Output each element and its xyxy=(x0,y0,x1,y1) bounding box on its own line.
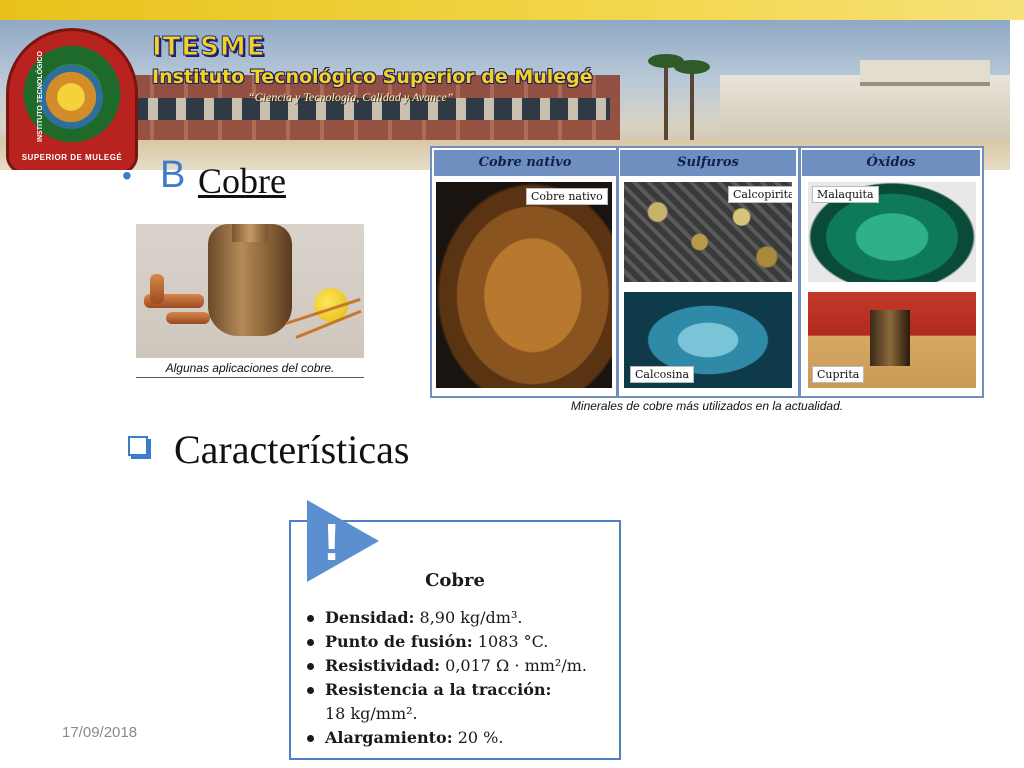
alert-glyph: ! xyxy=(323,514,340,572)
copper-vase-neck xyxy=(232,224,268,242)
properties-list: Densidad: 8,90 kg/dm³. Punto de fusión: … xyxy=(303,606,613,750)
title-bullet-icon: • xyxy=(122,160,132,191)
cuprite-image: Cuprita xyxy=(808,292,976,388)
property-label: Alargamiento: xyxy=(325,728,453,747)
property-label: Punto de fusión: xyxy=(325,632,473,651)
header-top-band xyxy=(0,0,1024,20)
institution-name: Instituto Tecnológico Superior de Mulegé xyxy=(152,66,593,88)
column-divider xyxy=(616,148,619,396)
copper-applications-photo xyxy=(136,224,364,358)
palm-tree-icon xyxy=(674,60,710,140)
property-label: Resistividad: xyxy=(325,656,441,675)
property-value: 18 kg/mm². xyxy=(325,704,418,723)
institution-acronym: ITESME xyxy=(152,32,266,63)
property-value: 1083 °C. xyxy=(477,632,549,651)
property-tensile-strength: Resistencia a la tracción: 18 kg/mm². xyxy=(303,678,613,726)
property-resistivity: Resistividad: 0,017 Ω · mm²/m. xyxy=(303,654,613,678)
checkbox-bullet-icon xyxy=(128,436,148,456)
applications-caption: Algunas aplicaciones del cobre. xyxy=(165,361,335,375)
palm-tree-icon xyxy=(648,54,684,140)
column-header-oxides: Óxidos xyxy=(802,150,980,176)
chalcopyrite-image: Calcopirita xyxy=(624,182,792,282)
malachite-image: Malaquita xyxy=(808,182,976,282)
cuprite-label: Cuprita xyxy=(812,366,865,383)
chalcocite-label: Calcosina xyxy=(630,366,695,383)
slide-date: 17/09/2018 xyxy=(62,724,138,741)
property-density: Densidad: 8,90 kg/dm³. xyxy=(303,606,613,630)
logo-bottom-text: SUPERIOR DE MULEGÉ xyxy=(21,153,123,162)
property-value: 20 %. xyxy=(457,728,504,747)
title-word: Cobre xyxy=(198,161,286,201)
chalcocite-image: Calcosina xyxy=(624,292,792,388)
bullet-dot-icon xyxy=(307,639,314,646)
cuprite-crystal xyxy=(870,310,910,366)
column-header-sulfides: Sulfuros xyxy=(620,150,796,176)
title-letter: B xyxy=(160,154,186,196)
copper-pipe-image xyxy=(166,312,210,324)
chalcopyrite-label: Calcopirita xyxy=(728,186,792,203)
copper-pipe-image xyxy=(150,274,164,304)
applications-caption-rule xyxy=(136,377,364,378)
copper-minerals-table: Cobre nativo Sulfuros Óxidos Cobre nativ… xyxy=(430,146,984,398)
property-value: 8,90 kg/dm³. xyxy=(419,608,523,627)
banner-building-roof xyxy=(860,60,990,86)
bullet-dot-icon xyxy=(307,663,314,670)
minerals-caption: Minerales de cobre más utilizados en la … xyxy=(570,399,844,413)
property-label: Densidad: xyxy=(325,608,415,627)
malachite-label: Malaquita xyxy=(812,186,879,203)
property-elongation: Alargamiento: 20 %. xyxy=(303,726,613,750)
characteristics-text: Características xyxy=(174,427,410,472)
property-label: Resistencia a la tracción: xyxy=(325,680,552,699)
bullet-dot-icon xyxy=(307,615,314,622)
bullet-dot-icon xyxy=(307,687,314,694)
column-header-native: Cobre nativo xyxy=(434,150,616,176)
column-divider xyxy=(798,148,801,396)
institution-motto: “Ciencia y Tecnología, Calidad y Avance” xyxy=(248,90,454,104)
native-copper-image: Cobre nativo xyxy=(436,182,612,388)
bullet-dot-icon xyxy=(307,735,314,742)
logo-side-text: INSTITUTO TECNOLÓGICO xyxy=(36,51,44,142)
logo-emblem-icon xyxy=(39,65,103,129)
property-value: 0,017 Ω · mm²/m. xyxy=(445,656,587,675)
institution-logo: INSTITUTO TECNOLÓGICO SUPERIOR DE MULEGÉ xyxy=(6,28,138,170)
property-melting-point: Punto de fusión: 1083 °C. xyxy=(303,630,613,654)
native-copper-label: Cobre nativo xyxy=(526,188,608,205)
alert-flag-icon: ! xyxy=(307,500,379,582)
